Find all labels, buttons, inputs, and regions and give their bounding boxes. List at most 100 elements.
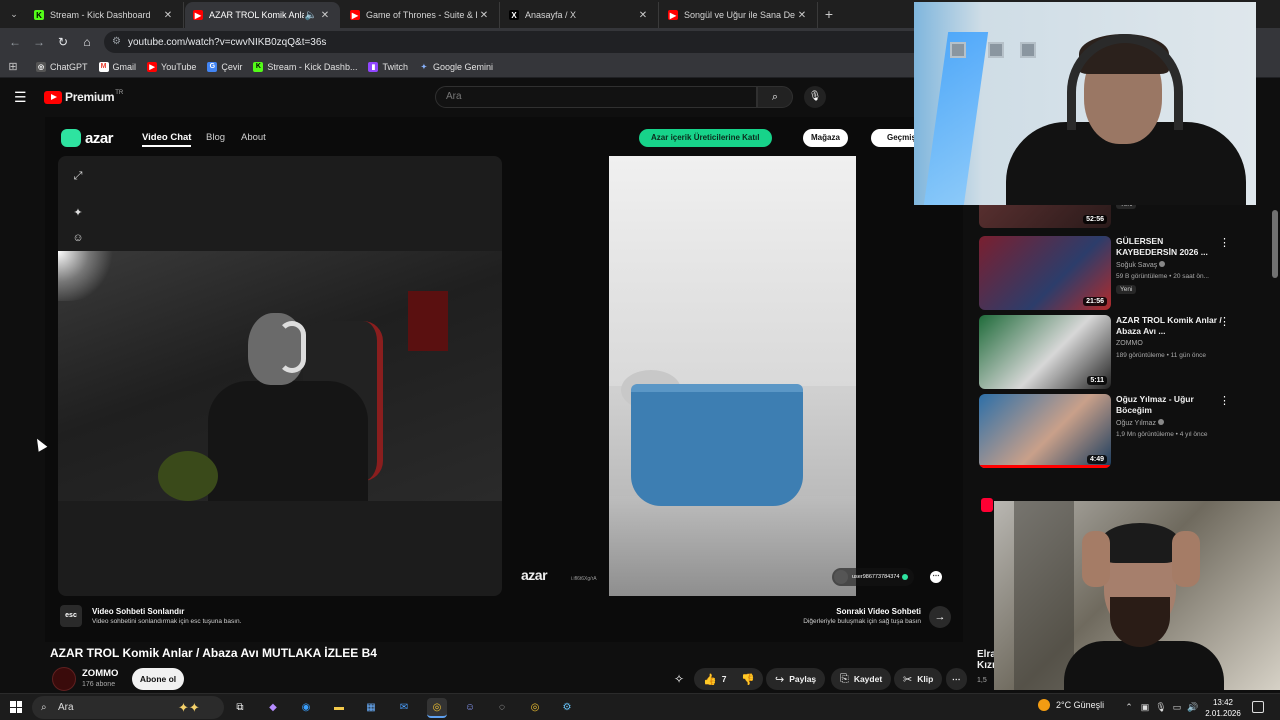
- bookmark-youtube[interactable]: ▶ YouTube: [147, 61, 196, 72]
- ask-sparkle-icon[interactable]: ✧: [670, 670, 688, 688]
- outlook-icon[interactable]: ✉: [394, 698, 414, 718]
- network-icon[interactable]: ▭: [1170, 700, 1184, 714]
- site-info-icon[interactable]: ⚙: [112, 36, 124, 48]
- tab-title: Game of Thrones - Suite & Rai: [366, 10, 477, 20]
- chrome-profile-icon[interactable]: ◎: [525, 698, 545, 718]
- azar-watermark-id: i.ifl6t6Xg/rA: [571, 576, 597, 582]
- tab-kick-dashboard[interactable]: K Stream - Kick Dashboard ✕: [26, 2, 184, 28]
- bookmark-kick[interactable]: K Stream - Kick Dashb...: [253, 61, 357, 72]
- bookmark-translate[interactable]: G Çevir: [207, 61, 242, 72]
- duration-badge: 21:56: [1083, 297, 1107, 306]
- more-vert-icon[interactable]: ⋮: [1219, 236, 1230, 249]
- channel-avatar[interactable]: [52, 667, 76, 691]
- azar-watermark: azar: [521, 567, 548, 583]
- recommendation-title[interactable]: Oğuz Yılmaz - Uğur Böceğim: [1116, 394, 1224, 416]
- discord-icon[interactable]: ☺: [460, 698, 480, 718]
- volume-icon[interactable]: 🔊: [1186, 700, 1200, 714]
- file-explorer-icon[interactable]: ▬: [329, 698, 349, 718]
- recommendation-channel[interactable]: Oğuz Yılmaz: [1116, 419, 1164, 427]
- save-button[interactable]: ⎘ Kaydet: [831, 668, 892, 690]
- next-chat-subtitle: Diğerleriyle buluşmak için sağ tuşa bası…: [803, 618, 921, 625]
- close-tab-icon[interactable]: ✕: [636, 10, 650, 21]
- recommendation-channel[interactable]: Soğuk Savaş: [1116, 261, 1166, 269]
- sidebar-scrollbar[interactable]: [1272, 210, 1278, 278]
- tab-game-of-thrones[interactable]: ▶ Game of Thrones - Suite & Rai ✕: [342, 2, 500, 28]
- share-button[interactable]: ↪ Paylaş: [766, 668, 826, 690]
- edge-icon[interactable]: ◉: [296, 698, 316, 718]
- copilot-sparkle-icon[interactable]: ✦✦: [178, 696, 200, 719]
- search-icon[interactable]: ⌕: [757, 86, 793, 108]
- windows-start-icon[interactable]: [10, 701, 22, 713]
- bookmark-chatgpt[interactable]: ◎ ChatGPT: [36, 61, 88, 72]
- thumbs-up-icon: 👍: [703, 673, 717, 686]
- subscribe-button[interactable]: Abone ol: [132, 668, 184, 690]
- video-thumbnail[interactable]: 4:49: [979, 394, 1111, 468]
- wall-frame: [1020, 42, 1036, 58]
- back-icon[interactable]: ←: [6, 33, 24, 51]
- home-icon[interactable]: ⌂: [78, 33, 96, 51]
- ring-light: [58, 251, 118, 301]
- close-tab-icon[interactable]: ✕: [477, 10, 491, 21]
- guest-hand: [1172, 531, 1200, 587]
- dislike-button[interactable]: 👎: [733, 668, 763, 690]
- recommendation-item[interactable]: 4:49 Oğuz Yılmaz - Uğur Böceğim Oğuz Yıl…: [979, 394, 1239, 472]
- video-thumbnail[interactable]: 5:11: [979, 315, 1111, 389]
- notification-icon[interactable]: [1252, 701, 1264, 713]
- tab-title: AZAR TROL Komik Anlar / A: [209, 10, 304, 20]
- tab-azar-video[interactable]: ▶ AZAR TROL Komik Anlar / A 🔈 ✕: [185, 2, 340, 28]
- close-tab-icon[interactable]: ✕: [318, 10, 332, 21]
- tab-search-icon[interactable]: ⌄: [4, 4, 24, 24]
- store-icon[interactable]: ▦: [361, 698, 381, 718]
- duration-badge: 5:11: [1087, 376, 1107, 385]
- task-view-icon[interactable]: ⧉: [230, 698, 250, 718]
- tab-songul-ugur[interactable]: ▶ Songül ve Uğur ile Sana Değer ✕: [660, 2, 818, 28]
- more-vert-icon[interactable]: ⋮: [1219, 315, 1230, 328]
- youtube-logo[interactable]: Premium TR: [44, 90, 123, 104]
- microphone-icon[interactable]: 🎙: [804, 86, 826, 108]
- channel-name[interactable]: ZOMMO: [82, 668, 118, 679]
- obs-icon[interactable]: ◌: [492, 698, 512, 718]
- close-tab-icon[interactable]: ✕: [161, 10, 175, 21]
- system-clock[interactable]: 13:42 2.01.2026: [1203, 697, 1243, 719]
- tray-app-icon[interactable]: ▣: [1138, 700, 1152, 714]
- weather-widget[interactable]: 2°C Güneşli: [1038, 699, 1104, 711]
- windows-taskbar: ⌕ Ara ✦✦ ⧉ ◆ ◉ ▬ ▦ ✉ ◎ ☺ ◌ ◎ ⚙ 2°C Güneş…: [0, 693, 1280, 720]
- copilot-icon[interactable]: ◆: [263, 698, 283, 718]
- video-player[interactable]: azar Video Chat Blog About Azar içerik Ü…: [45, 117, 963, 642]
- bookmark-gemini[interactable]: ✦ Google Gemini: [419, 62, 493, 72]
- forward-icon[interactable]: →: [30, 33, 48, 51]
- logo-text: Premium: [65, 90, 115, 104]
- address-bar[interactable]: ⚙ youtube.com/watch?v=cwvNIKB0zqQ&t=36s: [104, 31, 924, 53]
- audio-icon[interactable]: 🔈: [304, 10, 318, 21]
- peer-name: user986773784374: [852, 574, 900, 580]
- recommendation-item[interactable]: 21:56 GÜLERSEN KAYBEDERSİN 2026 ... Soğu…: [979, 236, 1239, 314]
- streamer-webcam: [914, 2, 1256, 205]
- menu-icon[interactable]: ☰: [14, 89, 30, 105]
- more-actions-button[interactable]: ⋯: [946, 668, 967, 690]
- bookmark-twitch[interactable]: ▮ Twitch: [368, 61, 408, 72]
- close-tab-icon[interactable]: ✕: [795, 10, 809, 21]
- reload-icon[interactable]: ↻: [54, 33, 72, 51]
- chatgpt-icon: ◎: [36, 61, 46, 72]
- wall-frame: [988, 42, 1004, 58]
- clip-button[interactable]: ✂ Klip: [894, 668, 943, 690]
- tab-x-home[interactable]: X Anasayfa / X ✕: [501, 2, 659, 28]
- more-vert-icon[interactable]: ⋮: [1219, 394, 1230, 407]
- steam-icon[interactable]: ⚙: [557, 698, 577, 718]
- apps-grid-icon[interactable]: ⊞: [6, 60, 20, 74]
- video-thumbnail[interactable]: 21:56: [979, 236, 1111, 310]
- guest-hat: [1100, 523, 1180, 563]
- bookmark-gmail[interactable]: M Gmail: [98, 61, 136, 72]
- youtube-icon: ▶: [350, 10, 360, 20]
- microphone-icon[interactable]: 🎙: [1154, 700, 1168, 714]
- recommendation-item[interactable]: 5:11 AZAR TROL Komik Anlar / Abaza Avı .…: [979, 315, 1239, 393]
- tray-chevron-icon[interactable]: ⌃: [1122, 700, 1136, 714]
- recommendation-title[interactable]: GÜLERSEN KAYBEDERSİN 2026 ...: [1116, 236, 1224, 258]
- recommendation-title[interactable]: AZAR TROL Komik Anlar / Abaza Avı ...: [1116, 315, 1224, 337]
- new-tab-icon[interactable]: +: [820, 5, 838, 23]
- chrome-icon[interactable]: ◎: [427, 698, 447, 718]
- search-input[interactable]: Ara: [435, 86, 757, 108]
- duration-badge: 52:56: [1083, 215, 1107, 224]
- recommendation-channel[interactable]: ZOMMO: [1116, 340, 1143, 347]
- like-button[interactable]: 👍 7: [694, 668, 736, 690]
